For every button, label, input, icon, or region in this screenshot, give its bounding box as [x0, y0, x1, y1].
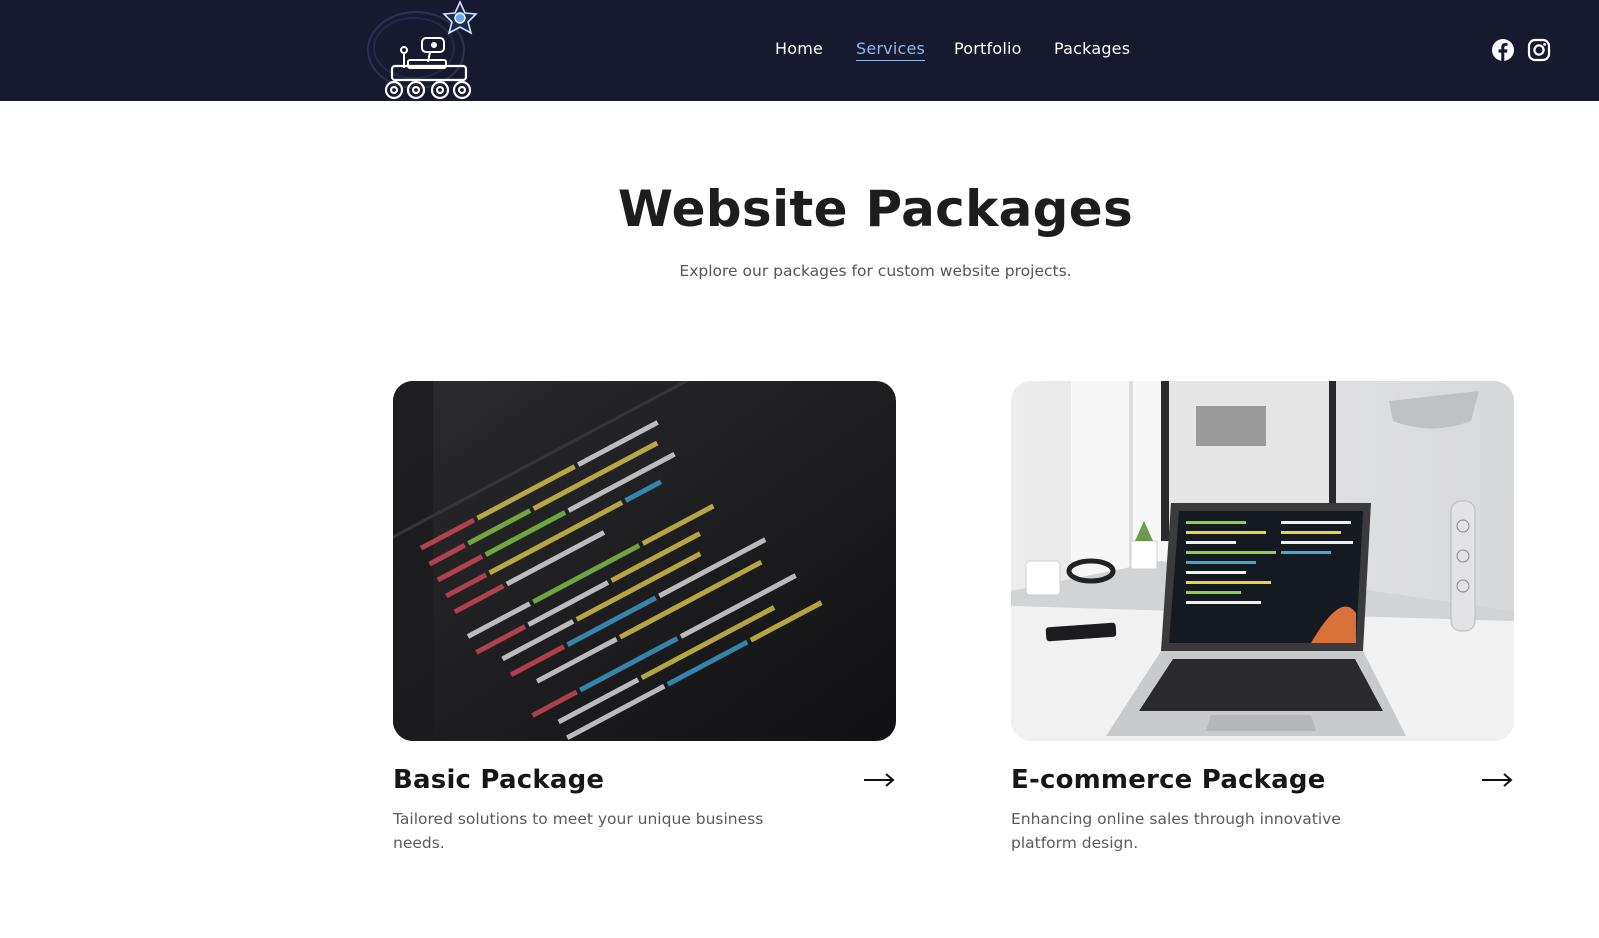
card-description: Tailored solutions to meet your unique b…: [393, 810, 764, 852]
package-card-basic[interactable]: Basic Package Tailored solutions to meet…: [393, 381, 896, 852]
card-title[interactable]: E-commerce Package: [1011, 765, 1326, 795]
nav-packages[interactable]: Packages: [1054, 39, 1130, 60]
arrow-right-icon[interactable]: [862, 767, 896, 793]
arrow-right-icon[interactable]: [1480, 767, 1514, 793]
laptop-desk-image[interactable]: [1011, 381, 1514, 741]
nav-portfolio[interactable]: Portfolio: [954, 39, 1022, 60]
code-screen-image[interactable]: [393, 381, 896, 741]
package-card-ecommerce[interactable]: E-commerce Package Enhancing online sale…: [1011, 381, 1514, 852]
page-subtitle: Explore our packages for custom website …: [679, 262, 1072, 280]
card-title[interactable]: Basic Package: [393, 765, 604, 795]
page-title: Website Packages: [617, 180, 1134, 238]
nav-services[interactable]: Services: [856, 39, 926, 61]
site-header: Home Services Portfolio Packages: [0, 0, 1599, 101]
robot-rover-logo[interactable]: [364, 0, 478, 100]
card-description: Enhancing online sales through innovativ…: [1011, 810, 1341, 852]
nav-home[interactable]: Home: [775, 39, 823, 60]
instagram-icon[interactable]: [1527, 38, 1551, 62]
facebook-icon[interactable]: [1491, 38, 1515, 62]
